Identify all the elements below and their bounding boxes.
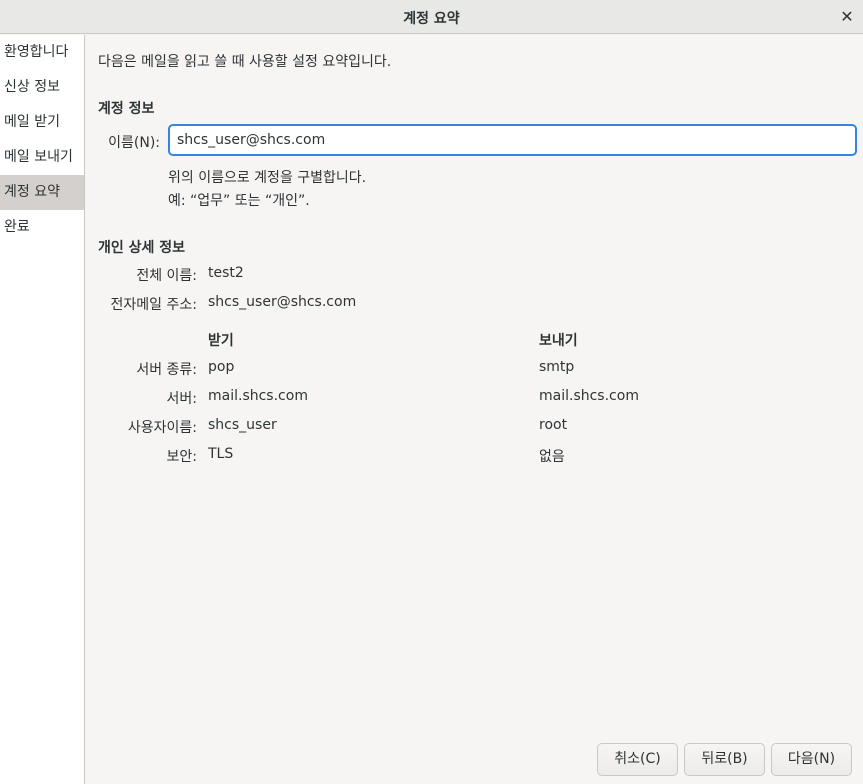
sidebar-item-receiving[interactable]: 메일 받기 (0, 105, 84, 140)
sidebar-item-done[interactable]: 완료 (0, 210, 84, 245)
window-title: 계정 요약 (403, 11, 460, 27)
sidebar: 환영합니다 신상 정보 메일 받기 메일 보내기 계정 요약 완료 (0, 35, 85, 784)
back-button[interactable]: 뒤로(B) (684, 743, 765, 776)
sidebar-item-welcome[interactable]: 환영합니다 (0, 35, 84, 70)
receive-server: mail.shcs.com (208, 388, 308, 404)
send-column-header: 보내기 (539, 333, 578, 349)
sidebar-item-summary[interactable]: 계정 요약 (0, 175, 84, 210)
fullname-value: test2 (208, 265, 244, 281)
name-label: 이름(N): (108, 135, 160, 151)
cancel-button[interactable]: 취소(C) (597, 743, 678, 776)
sidebar-item-identity[interactable]: 신상 정보 (0, 70, 84, 105)
main-panel: 다음은 메일을 읽고 쓸 때 사용할 설정 요약입니다. 계정 정보 이름(N)… (86, 35, 863, 784)
close-icon: ✕ (840, 6, 854, 26)
send-username: root (539, 417, 568, 433)
receive-server-type: pop (208, 359, 235, 375)
email-label: 전자메일 주소: (110, 297, 197, 313)
receive-column-header: 받기 (208, 333, 234, 349)
title-bar: 계정 요약 ✕ (0, 0, 863, 34)
personal-details-heading: 개인 상세 정보 (98, 240, 186, 256)
send-security: 없음 (539, 449, 565, 465)
name-hint-line1: 위의 이름으로 계정을 구별합니다. (168, 170, 367, 186)
account-name-input[interactable] (168, 124, 857, 156)
security-label: 보안: (166, 449, 197, 465)
username-label: 사용자이름: (127, 420, 197, 436)
email-value: shcs_user@shcs.com (208, 294, 357, 310)
server-label: 서버: (166, 391, 197, 407)
fullname-label: 전체 이름: (136, 268, 197, 284)
send-server: mail.shcs.com (539, 388, 639, 404)
close-button[interactable]: ✕ (835, 4, 859, 28)
account-info-heading: 계정 정보 (98, 101, 155, 117)
name-hint-line2: 예: “업무” 또는 “개인”. (168, 193, 310, 209)
send-server-type: smtp (539, 359, 575, 375)
sidebar-item-sending[interactable]: 메일 보내기 (0, 140, 84, 175)
receive-security: TLS (208, 446, 234, 462)
intro-text: 다음은 메일을 읽고 쓸 때 사용할 설정 요약입니다. (98, 54, 392, 70)
receive-username: shcs_user (208, 417, 277, 433)
server-type-label: 서버 종류: (136, 362, 197, 378)
next-button[interactable]: 다음(N) (771, 743, 852, 776)
